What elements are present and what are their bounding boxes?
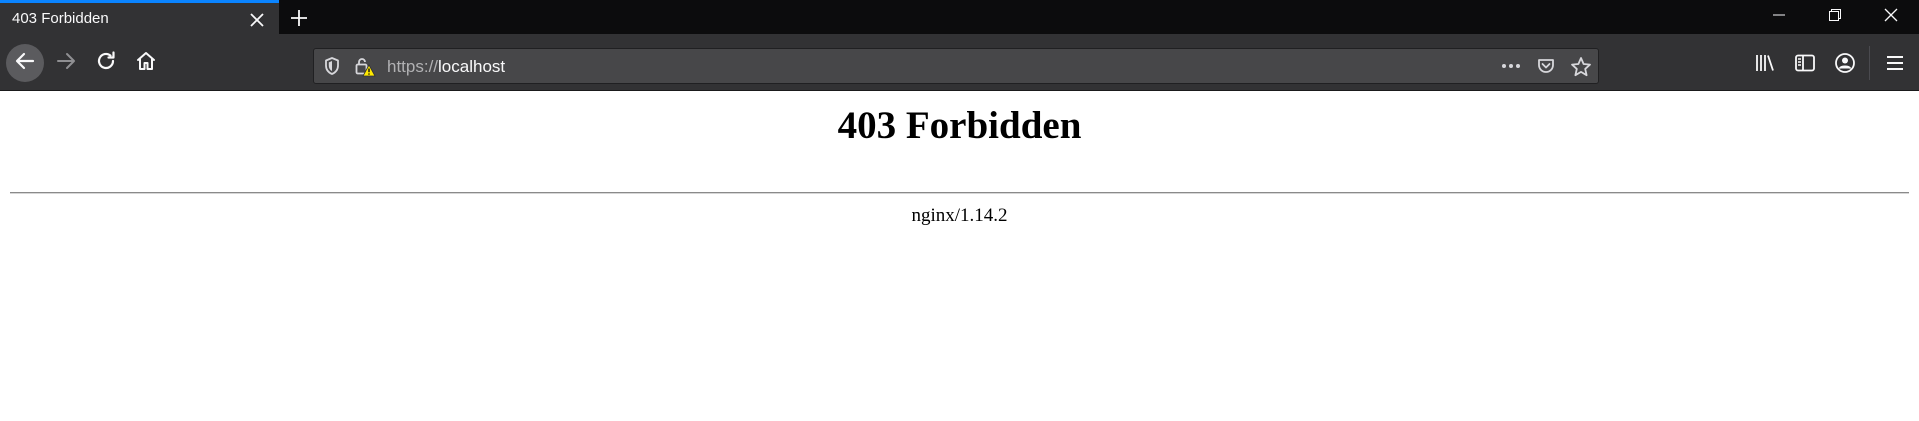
reload-icon (95, 50, 117, 77)
minimize-button[interactable] (1751, 0, 1807, 34)
home-button[interactable] (127, 44, 165, 82)
arrow-left-icon (14, 50, 36, 77)
url-host: localhost (438, 57, 506, 76)
horizontal-rule (10, 192, 1909, 194)
close-icon (1884, 8, 1898, 27)
page-content: 403 Forbidden nginx/1.14.2 (0, 91, 1919, 421)
url-bar[interactable]: https://localhost (313, 48, 1599, 84)
reload-button[interactable] (87, 44, 125, 82)
shield-icon[interactable] (322, 56, 342, 76)
nav-toolbar: https://localhost (0, 34, 1919, 91)
tab-title: 403 Forbidden (12, 10, 109, 27)
plus-icon[interactable] (290, 9, 308, 27)
page-heading: 403 Forbidden (837, 104, 1082, 147)
ellipsis-icon[interactable] (1500, 56, 1520, 76)
tab-active[interactable]: 403 Forbidden (0, 0, 279, 34)
url-protocol: https:// (387, 57, 439, 76)
arrow-right-icon (55, 50, 77, 77)
minimize-icon (1773, 8, 1785, 26)
pocket-icon[interactable] (1536, 56, 1556, 76)
server-signature: nginx/1.14.2 (911, 205, 1008, 226)
lock-warning-icon[interactable] (354, 56, 376, 77)
restore-icon (1829, 8, 1841, 26)
url-text[interactable]: https://localhost (387, 57, 505, 77)
back-button[interactable] (6, 44, 44, 82)
library-icon[interactable] (1754, 52, 1776, 74)
home-icon (135, 50, 157, 77)
star-icon[interactable] (1570, 56, 1591, 77)
title-bar: 403 Forbidden (0, 0, 1919, 34)
hamburger-icon[interactable] (1884, 52, 1906, 74)
close-icon[interactable] (250, 13, 264, 27)
toolbar-separator (1869, 46, 1870, 80)
sidebar-icon[interactable] (1794, 52, 1816, 74)
account-icon[interactable] (1834, 52, 1856, 74)
forward-button[interactable] (47, 44, 85, 82)
restore-button[interactable] (1807, 0, 1863, 34)
close-window-button[interactable] (1863, 0, 1919, 34)
